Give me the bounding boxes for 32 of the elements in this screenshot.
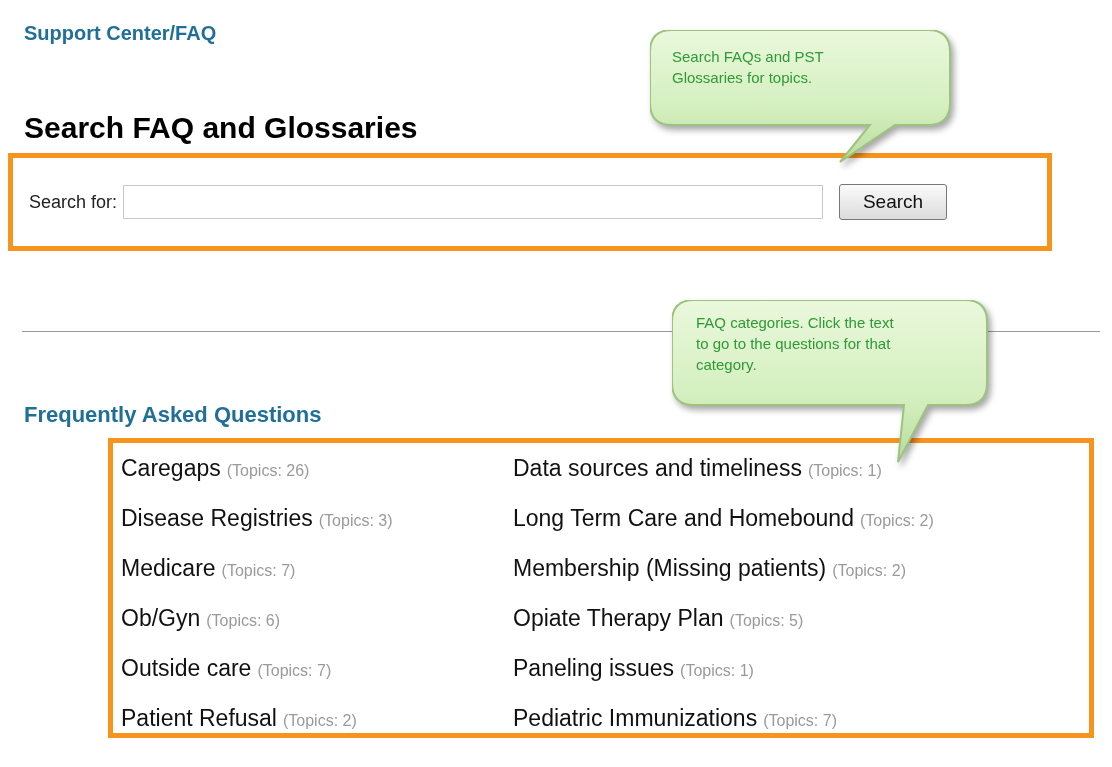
category-link[interactable]: Long Term Care and Homebound xyxy=(513,505,854,532)
topic-count: (Topics: 7) xyxy=(257,662,332,680)
search-field[interactable] xyxy=(123,185,824,219)
search-button[interactable]: Search xyxy=(839,184,948,220)
topic-count: (Topics: 3) xyxy=(318,512,393,530)
category-link[interactable]: Disease Registries xyxy=(121,505,313,532)
category-link[interactable]: Medicare xyxy=(121,555,216,582)
topic-count: (Topics: 1) xyxy=(807,462,882,480)
topic-count: (Topics: 26) xyxy=(226,462,310,480)
topic-count: (Topics: 1) xyxy=(680,662,754,680)
section-heading: Search FAQ and Glossaries xyxy=(24,111,418,145)
callout-text: Search FAQs and PST Glossaries for topics. xyxy=(672,47,825,88)
category-link[interactable]: Paneling issues xyxy=(513,655,675,682)
category-link[interactable]: Opiate Therapy Plan xyxy=(513,605,724,632)
category-link[interactable]: Data sources and timeliness xyxy=(513,455,802,482)
category-link[interactable]: Ob/Gyn xyxy=(121,605,201,632)
topic-count: (Topics: 6) xyxy=(206,612,281,630)
topic-count: (Topics: 7) xyxy=(763,712,837,730)
page-title: Support Center/FAQ xyxy=(24,22,217,45)
category-link[interactable]: Membership (Missing patients) xyxy=(513,555,827,582)
topic-count: (Topics: 2) xyxy=(832,562,906,580)
category-link[interactable]: Patient Refusal xyxy=(121,705,277,732)
topic-count: (Topics: 5) xyxy=(729,612,804,630)
category-link[interactable]: Pediatric Immunizations xyxy=(513,705,758,732)
topic-count: (Topics: 2) xyxy=(859,512,934,530)
category-link[interactable]: Caregaps xyxy=(121,455,221,482)
topic-count: (Topics: 2) xyxy=(283,712,357,730)
category-link[interactable]: Outside care xyxy=(121,655,252,682)
section-heading: Frequently Asked Questions xyxy=(24,402,322,428)
topic-count: (Topics: 7) xyxy=(221,562,296,580)
callout-text: FAQ categories. Click the text to go to the questions for that category. xyxy=(696,313,895,375)
search-label: Search for: xyxy=(29,191,118,213)
